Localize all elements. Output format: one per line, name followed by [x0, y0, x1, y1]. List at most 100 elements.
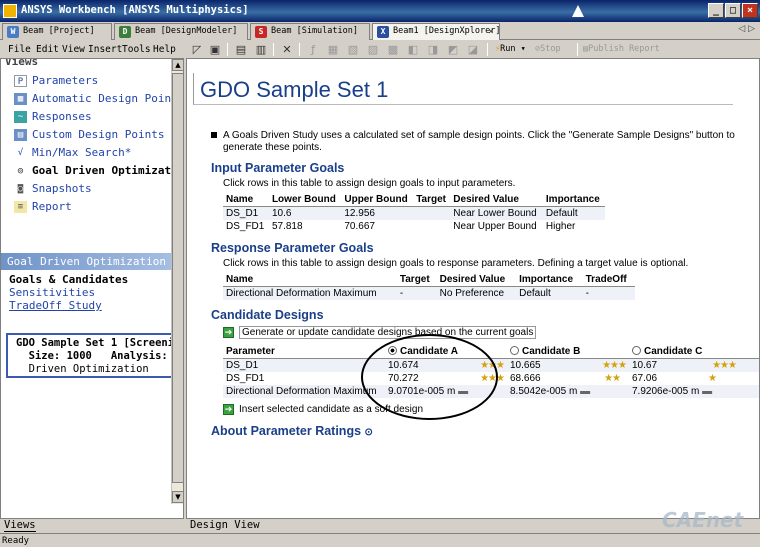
input-goals-table: Name Lower Bound Upper Bound Target Desi…	[223, 193, 605, 233]
nav-snapshots[interactable]: ◙ Snapshots	[14, 181, 92, 197]
cell: Near Lower Bound	[450, 206, 543, 220]
tradeoff-study-link[interactable]: TradeOff Study	[9, 299, 102, 312]
cell	[413, 206, 451, 220]
nav-label: Automatic Design Points	[32, 92, 184, 105]
points-icon[interactable]: ▩	[385, 42, 401, 57]
tradeoff-icon[interactable]: ◨	[425, 42, 441, 57]
input-goals-desc: Click rows in this table to assign desig…	[223, 178, 516, 189]
chart-icon[interactable]: ▧	[345, 42, 361, 57]
views-bottom-tab[interactable]: Views	[0, 519, 184, 533]
scroll-down-icon[interactable]: ▼	[172, 491, 183, 503]
col-header: Target	[396, 273, 437, 287]
page-title: GDO Sample Set 1	[200, 77, 389, 102]
cell: 10.67 ★★★	[629, 358, 759, 372]
nav-responses[interactable]: ~ Responses	[14, 109, 92, 125]
goals-candidates-link[interactable]: Goals & Candidates	[9, 273, 128, 286]
candidate-c-header[interactable]: Candidate C	[629, 345, 759, 359]
left-pane: Views P Parameters ▦ Automatic Design Poin…	[0, 58, 184, 519]
close-button[interactable]: ×	[742, 3, 758, 18]
cell: 7.9206e-005 m ▬	[629, 385, 759, 398]
menu-view[interactable]: View	[62, 41, 85, 58]
tab-close-icon[interactable]: ×	[486, 27, 496, 37]
sensitivity-icon[interactable]: ◪	[465, 42, 481, 57]
col-header: Desired Value	[450, 193, 543, 207]
tab-simulation[interactable]: S Beam [Simulation]	[250, 23, 370, 40]
minmax-icon: √	[17, 148, 24, 158]
scroll-thumb[interactable]	[172, 73, 183, 483]
custom-points-icon: ▤	[14, 129, 27, 141]
tab-label: Beam [Simulation]	[271, 26, 358, 36]
function-icon[interactable]: ƒ	[305, 42, 321, 57]
save-icon[interactable]: ▣	[207, 42, 223, 57]
parameters-icon: P	[14, 75, 27, 87]
tab-designmodeler[interactable]: D Beam [DesignModeler]	[114, 23, 248, 40]
run-button[interactable]: ⚡Run ▾	[495, 41, 526, 58]
response-icon[interactable]: ◩	[445, 42, 461, 57]
info-line: Size: 1000 Analysis: Goal	[16, 350, 184, 362]
col-header: Name	[223, 193, 269, 207]
app-icon	[3, 4, 17, 18]
tab-scroll-arrows[interactable]: ◁ ▷	[738, 24, 755, 34]
publish-report-button[interactable]: ▤Publish Report	[583, 41, 660, 58]
menu-help[interactable]: Help	[153, 41, 176, 58]
stop-button[interactable]: ⊘Stop	[535, 41, 561, 58]
menu-insert[interactable]: Insert	[88, 41, 122, 58]
cell: -	[396, 286, 437, 300]
generate-candidates-link[interactable]: Generate or update candidate designs bas…	[239, 326, 537, 339]
go-arrow-icon[interactable]: ➔	[223, 327, 234, 338]
nav-label: Custom Design Points	[32, 128, 165, 141]
menu-tools[interactable]: Tools	[122, 41, 151, 58]
design-view-pane: GDO Sample Set 1 A Goals Driven Study us…	[186, 58, 760, 519]
cell: DS_D1	[223, 206, 269, 220]
go-arrow-icon[interactable]: ➔	[223, 404, 234, 415]
grid-icon[interactable]: ▨	[365, 42, 381, 57]
nav-automatic-design-points[interactable]: ▦ Automatic Design Points	[14, 91, 184, 107]
table-row[interactable]: Directional Deformation Maximum - No Pre…	[223, 286, 635, 300]
nav-goal-driven-optimization[interactable]: ◎ Goal Driven Optimization	[14, 163, 184, 179]
design-points-icon: ▦	[14, 93, 27, 105]
radio-icon[interactable]	[510, 346, 519, 355]
response-goals-heading: Response Parameter Goals	[211, 241, 374, 255]
candidate-designs-heading: Candidate Designs	[211, 308, 324, 322]
bullet-icon	[211, 132, 217, 138]
cell: Higher	[545, 221, 576, 232]
delete-icon[interactable]: ✕	[279, 42, 295, 57]
table-row[interactable]: DS_D1 10.6 12.956 Near Lower Bound Defau…	[223, 206, 605, 220]
sensitivities-link[interactable]: Sensitivities	[9, 286, 95, 299]
radio-icon[interactable]	[632, 346, 641, 355]
tab-project[interactable]: W Beam [Project]	[2, 23, 112, 40]
table-row[interactable]: DS_FD1 57.818 70.667 Near Upper Bound Hi…	[223, 220, 605, 233]
publish-label: Publish Report	[588, 44, 660, 54]
menu-file[interactable]: File	[8, 41, 31, 58]
nav-label: Goal Driven Optimization	[32, 164, 184, 177]
title-bar: ANSYS Workbench [ANSYS Multiphysics] _ □…	[0, 0, 760, 22]
nav-label: Parameters	[32, 74, 99, 87]
rating-stars-icon: ★	[708, 373, 717, 384]
cell: 8.5042e-005 m ▬	[507, 385, 629, 398]
neutral-rating-icon: ▬	[702, 386, 713, 397]
scroll-up-icon[interactable]: ▲	[172, 59, 183, 71]
minimize-button[interactable]: _	[708, 3, 724, 18]
response-goals-desc: Click rows in this table to assign desig…	[223, 258, 689, 269]
tab-designxplorer[interactable]: X Beam1 [DesignXplorer] ×	[372, 23, 500, 40]
print-icon[interactable]: ▥	[253, 42, 269, 57]
goal-driven-icon: ◎	[17, 166, 24, 176]
response-goals-table: Name Target Desired Value Importance Tra…	[223, 273, 635, 300]
nav-minmax-search[interactable]: √ Min/Max Search*	[14, 145, 132, 161]
menu-edit[interactable]: Edit	[36, 41, 59, 58]
about-ratings-link[interactable]: About Parameter Ratings ⊙	[211, 424, 373, 438]
value: 10.67	[632, 360, 658, 371]
left-scrollbar[interactable]: ▲ ▼	[171, 59, 183, 504]
cell: Directional Deformation Maximum	[223, 385, 385, 398]
candidate-b-header[interactable]: Candidate B	[507, 345, 629, 359]
sample-icon[interactable]: ◧	[405, 42, 421, 57]
nav-parameters[interactable]: P Parameters	[14, 73, 98, 89]
nav-report[interactable]: ≡ Report	[14, 199, 72, 215]
nav-custom-design-points[interactable]: ▤ Custom Design Points	[14, 127, 164, 143]
maximize-button[interactable]: □	[725, 3, 741, 18]
about-ratings-label: About Parameter Ratings	[211, 424, 362, 438]
toolbox-icon[interactable]: ▤	[233, 42, 249, 57]
report-icon: ≡	[14, 201, 27, 213]
table-icon[interactable]: ▦	[325, 42, 341, 57]
new-icon[interactable]: ◸	[189, 42, 205, 57]
